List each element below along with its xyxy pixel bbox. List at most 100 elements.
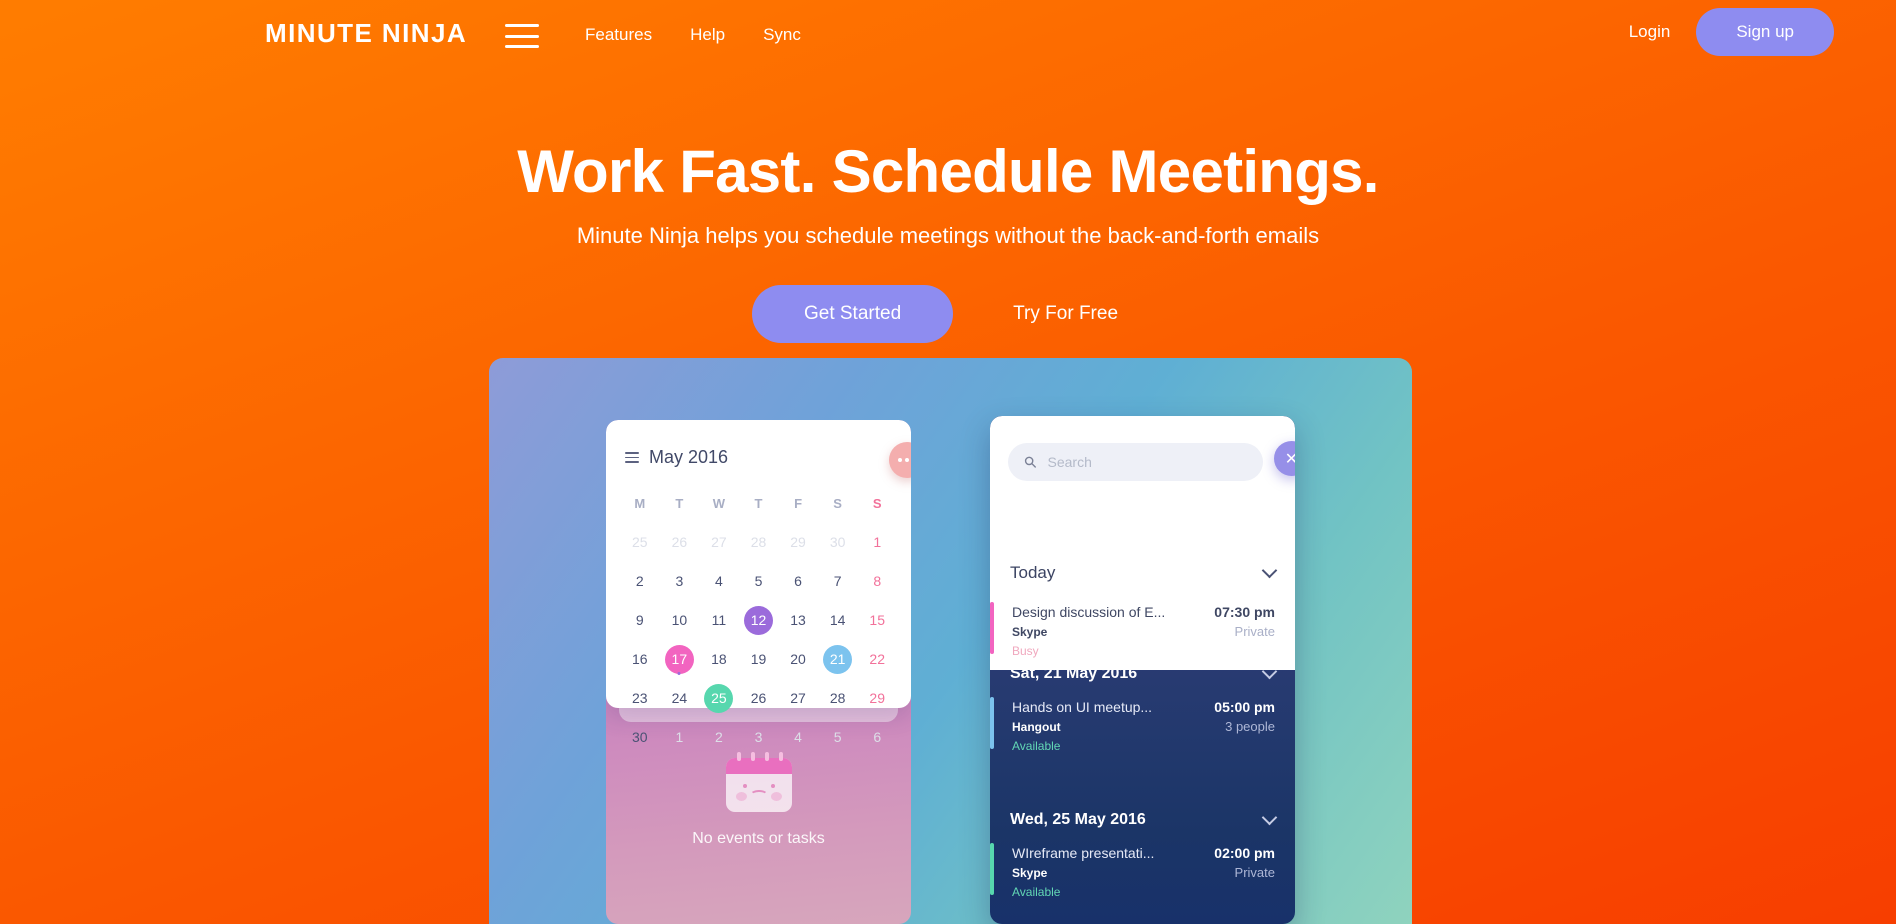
calendar-day[interactable]: 29 [857, 683, 897, 713]
login-link[interactable]: Login [1629, 22, 1671, 42]
calendar-day[interactable]: 6 [857, 722, 897, 752]
search-bar[interactable] [1008, 443, 1263, 481]
calendar-day-selected[interactable]: 12 [743, 605, 773, 635]
calendar-day[interactable]: 28 [739, 527, 779, 557]
agenda-group-header-today[interactable]: Today [990, 558, 1295, 588]
calendar-weekday: S [833, 495, 842, 511]
nav-link-sync[interactable]: Sync [763, 25, 801, 45]
list-icon[interactable] [625, 452, 639, 463]
calendar-weekday: W [712, 495, 726, 511]
event-color-bar [990, 843, 994, 895]
status-badge: Available [1012, 739, 1061, 753]
calendar-day[interactable]: 28 [818, 683, 858, 713]
calendar-day[interactable]: 1 [660, 722, 700, 752]
agenda-group-header[interactable]: Sat, 21 May 2016 [990, 659, 1295, 689]
calendar-weekday: T [675, 495, 684, 511]
calendar-day[interactable]: 2 [620, 566, 660, 596]
calendar-day-selected[interactable]: 17 [664, 644, 694, 674]
try-for-free-button[interactable]: Try For Free [987, 285, 1144, 343]
calendar-day[interactable]: 16 [620, 644, 660, 674]
agenda-group-wed: Wed, 25 May 2016 WIreframe presentati...… [990, 805, 1295, 911]
list-icon-bar [625, 452, 639, 454]
calendar-day[interactable]: 2 [699, 722, 739, 752]
hamburger-bar [505, 34, 539, 38]
calendar-day-selected[interactable]: 25 [704, 683, 734, 713]
calendar-day[interactable]: 5 [818, 722, 858, 752]
event-color-bar [990, 697, 994, 749]
icon-cheek [735, 792, 747, 801]
agenda-group-header[interactable]: Wed, 25 May 2016 [990, 805, 1295, 835]
calendar-day[interactable]: 6 [778, 566, 818, 596]
calendar-day[interactable]: 30 [620, 722, 660, 752]
calendar-day[interactable]: 30 [818, 527, 858, 557]
calendar-weekday: M [634, 495, 646, 511]
calendar-day[interactable]: 22 [857, 644, 897, 674]
icon-ring [736, 752, 741, 761]
chevron-down-icon[interactable] [1261, 663, 1278, 680]
status-badge: Available [1012, 885, 1061, 899]
calendar-day[interactable]: 29 [778, 527, 818, 557]
calendar-day[interactable]: 26 [739, 683, 779, 713]
calendar-day[interactable]: 17 [660, 644, 700, 674]
primary-nav: Features Help Sync [585, 25, 801, 45]
calendar-day[interactable]: 18 [699, 644, 739, 674]
calendar-day[interactable]: 27 [778, 683, 818, 713]
list-item[interactable]: WIreframe presentati... 02:00 pm Skype P… [990, 835, 1295, 911]
calendar-day[interactable]: 25 [620, 527, 660, 557]
nav-link-help[interactable]: Help [690, 25, 725, 45]
get-started-button[interactable]: Get Started [751, 284, 954, 343]
hero-section: Work Fast. Schedule Meetings. Minute Nin… [0, 139, 1896, 343]
event-meta: 3 people [1225, 719, 1275, 734]
event-time: 07:30 pm [1214, 604, 1275, 620]
hero-subtitle: Minute Ninja helps you schedule meetings… [576, 222, 1320, 248]
chevron-down-icon[interactable] [1261, 562, 1278, 579]
nav-link-features[interactable]: Features [585, 25, 652, 45]
calendar-day[interactable]: 9 [620, 605, 660, 635]
icon-ring [764, 752, 769, 761]
calendar-day[interactable]: 10 [660, 605, 700, 635]
signup-button[interactable]: Sign up [1696, 8, 1834, 56]
calendar-day[interactable]: 7 [818, 566, 858, 596]
calendar-day[interactable]: 5 [739, 566, 779, 596]
calendar-day[interactable]: 14 [818, 605, 858, 635]
icon-frown-mouth [749, 790, 768, 800]
search-input[interactable] [1047, 454, 1247, 470]
calendar-day[interactable]: 1 [857, 527, 897, 557]
calendar-day[interactable]: 19 [739, 644, 779, 674]
calendar-day[interactable]: 15 [857, 605, 897, 635]
calendar-day[interactable]: 3 [660, 566, 700, 596]
calendar-day[interactable]: 8 [857, 566, 897, 596]
calendar-day[interactable]: 12 [739, 605, 779, 635]
calendar-day[interactable]: 21 [818, 644, 858, 674]
list-icon-bar [625, 461, 639, 463]
event-title: Hands on UI meetup... [1012, 699, 1153, 715]
calendar-day[interactable]: 20 [778, 644, 818, 674]
brand-logo[interactable]: MINUTE NINJA [265, 18, 467, 49]
list-icon-bar [625, 456, 639, 459]
calendar-day[interactable]: 4 [699, 566, 739, 596]
calendar-day[interactable]: 26 [660, 527, 700, 557]
calendar-day[interactable]: 24 [660, 683, 700, 713]
icon-eye [742, 784, 747, 788]
calendar-header: May 2016 [625, 447, 728, 468]
calendar-day[interactable]: 27 [699, 527, 739, 557]
sad-calendar-icon [725, 750, 792, 812]
more-horizontal-icon[interactable] [889, 442, 911, 478]
event-title: WIreframe presentati... [1012, 845, 1155, 861]
calendar-day[interactable]: 11 [699, 605, 739, 635]
list-item[interactable]: Hands on UI meetup... 05:00 pm Hangout 3… [990, 689, 1295, 765]
status-badge: Busy [1012, 644, 1039, 658]
calendar-day-selected[interactable]: 21 [823, 644, 853, 674]
calendar-day[interactable]: 25 [699, 683, 739, 713]
search-icon [1024, 456, 1036, 468]
calendar-day[interactable]: 4 [778, 722, 818, 752]
calendar-day[interactable]: 23 [620, 683, 660, 713]
chevron-down-icon[interactable] [1261, 809, 1278, 826]
calendar-day[interactable]: 13 [778, 605, 818, 635]
hamburger-icon[interactable] [505, 24, 539, 48]
more-dot [898, 458, 902, 462]
agenda-group-title: Today [1010, 563, 1056, 582]
icon-cheek [770, 792, 782, 801]
calendar-day[interactable]: 3 [739, 722, 779, 752]
event-title: Design discussion of E... [1012, 604, 1166, 620]
